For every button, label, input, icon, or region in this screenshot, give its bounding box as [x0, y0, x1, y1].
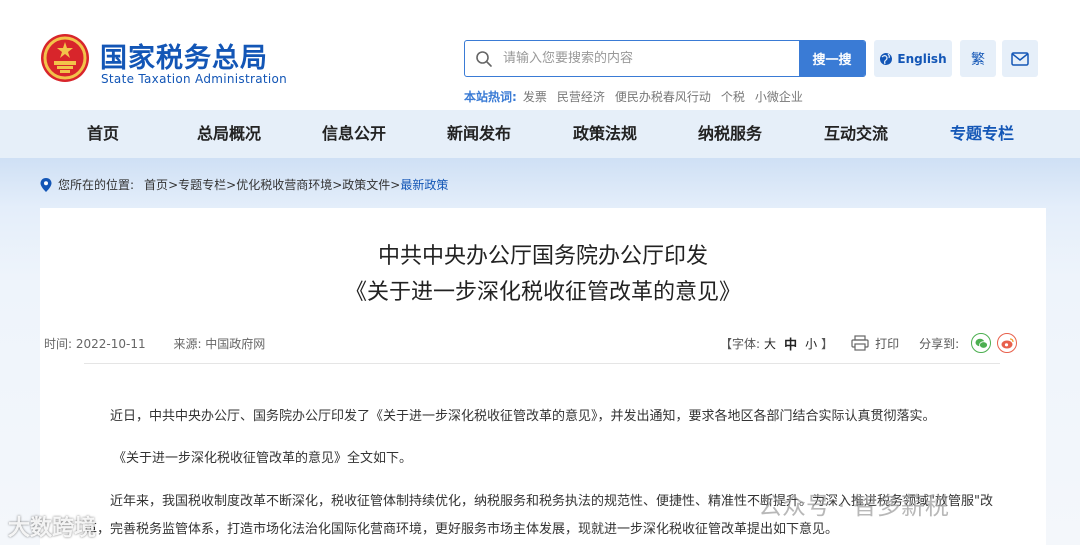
breadcrumb: 您所在的位置: 首页 > 专题专栏 > 优化税收营商环境 > 政策文件 > 最新… [40, 176, 448, 193]
watermark-left: 大数跨境 [8, 516, 97, 541]
share-wechat-button[interactable] [971, 333, 992, 353]
print-link[interactable]: 打印 [875, 335, 899, 352]
national-emblem-icon[interactable] [40, 33, 90, 83]
article-title-line1: 中共中央办公厅国务院办公厅印发 [377, 244, 708, 269]
mail-button[interactable] [1002, 40, 1038, 77]
article-date: 时间: 2022-10-11 [44, 337, 146, 351]
wechat-icon [975, 338, 988, 349]
nav-item-tax-service[interactable]: 纳税服务 [698, 110, 762, 158]
breadcrumb-separator: > [226, 177, 237, 192]
search-button[interactable]: 搜一搜 [799, 41, 865, 76]
font-size-medium[interactable]: 中 [784, 334, 797, 353]
hot-words: 本站热词: 发票 民营经济 便民办税春风行动 个税 小微企业 [464, 88, 803, 105]
nav-item-interaction[interactable]: 互动交流 [824, 110, 888, 158]
search-input[interactable] [503, 41, 799, 76]
mail-icon [1011, 51, 1029, 66]
brand-title-cn[interactable]: 国家税务总局 [100, 36, 268, 75]
breadcrumb-separator: > [168, 177, 179, 192]
breadcrumb-link-special-topics[interactable]: 专题专栏 [178, 176, 226, 193]
printer-icon[interactable] [851, 335, 869, 351]
font-size-close: 】 [821, 336, 834, 351]
article-source: 来源: 中国政府网 [173, 337, 266, 351]
article-tools: 【字体: 大 中 小 】 打印 分享到: [720, 333, 1018, 353]
nav-item-special-topics[interactable]: 专题专栏 [950, 110, 1014, 158]
hot-word-link[interactable]: 个税 [721, 88, 745, 105]
watermark-right: 公众号 · 智多薪税 [758, 492, 949, 520]
hot-word-link[interactable]: 便民办税春风行动 [615, 88, 711, 105]
breadcrumb-current[interactable]: 最新政策 [400, 176, 448, 193]
nav-item-policy[interactable]: 政策法规 [573, 110, 637, 158]
article-paragraph: 革，完善税务监管体系，打造市场化法治化国际化营商环境，更好服务市场主体发展，现就… [84, 522, 839, 537]
hot-word-link[interactable]: 民营经济 [557, 88, 605, 105]
nav-item-news[interactable]: 新闻发布 [447, 110, 511, 158]
english-label: English [897, 51, 947, 66]
share-weibo-button[interactable] [997, 333, 1018, 353]
article-paragraph: 近日，中共中央办公厅、国务院办公厅印发了《关于进一步深化税收征管改革的意见》，并… [110, 409, 936, 424]
english-button[interactable]: English [874, 40, 952, 77]
breadcrumb-label: 您所在的位置: [58, 178, 135, 192]
search-icon [476, 51, 492, 67]
nav-item-overview[interactable]: 总局概况 [197, 110, 261, 158]
font-size-large[interactable]: 大 [764, 335, 776, 352]
hot-word-link[interactable]: 小微企业 [755, 88, 803, 105]
article-meta: 时间: 2022-10-11 来源: 中国政府网 [44, 335, 289, 352]
font-size-label: 【字体: [720, 336, 761, 351]
search-box: 搜一搜 [464, 40, 866, 77]
globe-icon [880, 52, 893, 65]
breadcrumb-link-policy-docs[interactable]: 政策文件 [342, 176, 390, 193]
hot-word-link[interactable]: 发票 [523, 88, 547, 105]
font-size-small[interactable]: 小 [805, 335, 817, 352]
breadcrumb-link-home[interactable]: 首页 [144, 176, 168, 193]
hot-words-label: 本站热词: [464, 90, 517, 104]
article-paragraph: 《关于进一步深化税收征管改革的意见》全文如下。 [113, 451, 413, 466]
meta-divider [84, 363, 1000, 364]
location-pin-icon [40, 177, 52, 192]
traditional-chinese-button[interactable]: 繁 [960, 40, 996, 77]
breadcrumb-separator: > [390, 177, 401, 192]
main-nav: 首页 总局概况 信息公开 新闻发布 政策法规 纳税服务 互动交流 专题专栏 [0, 110, 1080, 158]
breadcrumb-link-business-environment[interactable]: 优化税收营商环境 [236, 176, 332, 193]
weibo-icon [1001, 337, 1014, 348]
site-header: 国家税务总局 State Taxation Administration 搜一搜… [0, 0, 1080, 110]
nav-item-home[interactable]: 首页 [87, 110, 119, 158]
article-title-line2: 《关于进一步深化税收征管改革的意见》 [344, 280, 741, 305]
nav-item-info-disclosure[interactable]: 信息公开 [322, 110, 386, 158]
share-label: 分享到: [919, 336, 960, 351]
breadcrumb-separator: > [332, 177, 343, 192]
brand-title-en[interactable]: State Taxation Administration [101, 72, 287, 86]
